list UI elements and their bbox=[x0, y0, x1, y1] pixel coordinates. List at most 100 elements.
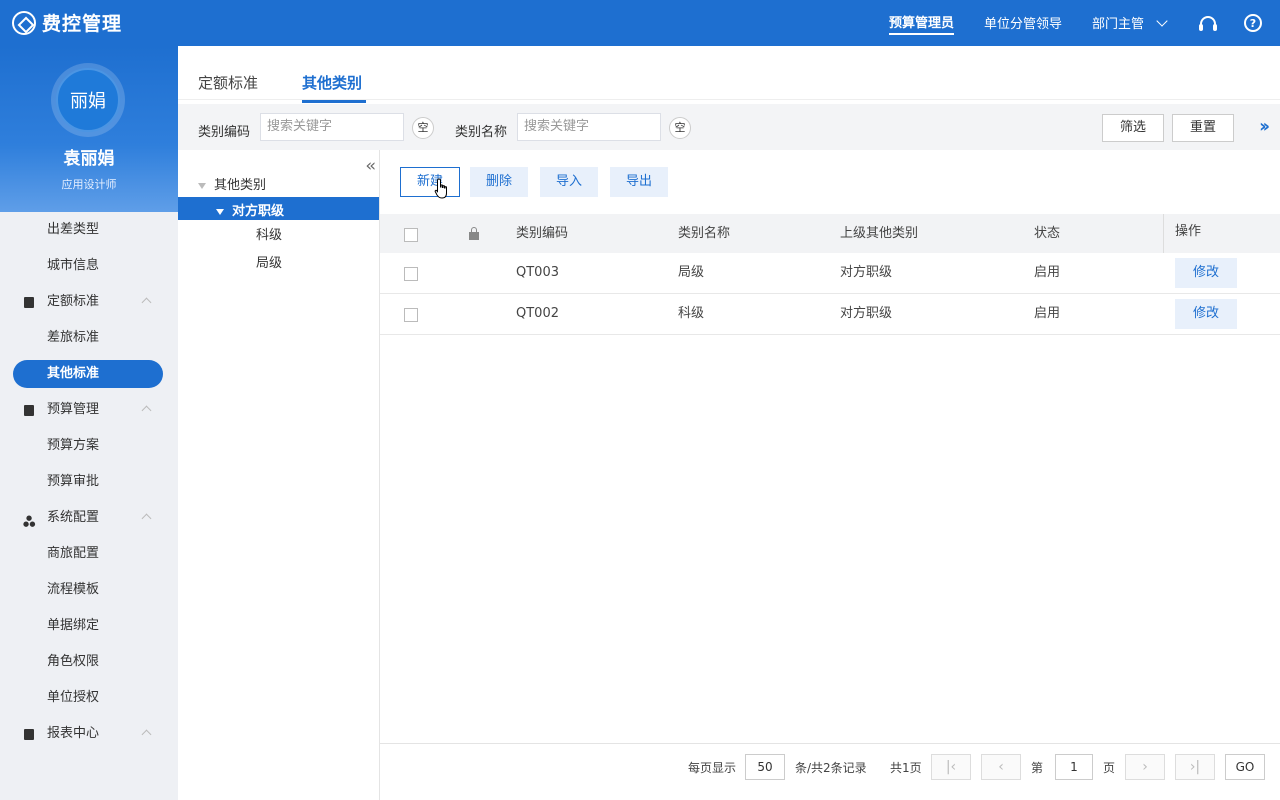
tree-node-selected[interactable]: 对方职级 bbox=[178, 197, 379, 220]
collapse-tree-icon[interactable]: ‹‹ bbox=[365, 156, 375, 176]
sidebar-group-budget[interactable]: 预算管理 bbox=[0, 392, 178, 428]
user-role: 应用设计师 bbox=[61, 178, 117, 191]
tree-node-root[interactable]: 其他类别 bbox=[198, 174, 266, 193]
first-page-button[interactable]: |‹ bbox=[931, 754, 971, 780]
tree-node-label: 其他类别 bbox=[214, 178, 267, 193]
sidebar-item-flow-template[interactable]: 流程模板 bbox=[0, 572, 178, 608]
sidebar-group-quota[interactable]: 定额标准 bbox=[0, 284, 178, 320]
per-page-label: 每页显示 bbox=[688, 761, 737, 775]
table-row[interactable]: QT003 局级 对方职级 启用 修改 bbox=[380, 253, 1280, 294]
expand-filter-icon[interactable]: ›› bbox=[1259, 116, 1270, 137]
expand-arrow-icon bbox=[198, 182, 206, 189]
category-name-input[interactable]: 搜索关键字 bbox=[517, 113, 661, 141]
tree-node-selected-inner: 对方职级 bbox=[216, 200, 284, 219]
table-row[interactable]: QT002 科级 对方职级 启用 修改 bbox=[380, 294, 1280, 335]
last-page-button[interactable]: ›| bbox=[1175, 754, 1215, 780]
tree-node-child[interactable]: 科级 bbox=[256, 224, 282, 243]
cell-status: 启用 bbox=[1034, 306, 1061, 321]
nav-dept-manager[interactable]: 部门主管 bbox=[1092, 13, 1144, 34]
page-suffix: 页 bbox=[1103, 761, 1116, 775]
lock-icon bbox=[469, 227, 479, 240]
edit-button[interactable]: 修改 bbox=[1175, 299, 1237, 329]
sidebar-item-budget-approval[interactable]: 预算审批 bbox=[0, 464, 178, 500]
top-bar: 费控管理 预算管理员 单位分管领导 部门主管 ? bbox=[0, 0, 1280, 46]
select-all-checkbox[interactable] bbox=[404, 228, 418, 242]
report-icon bbox=[24, 729, 34, 740]
sidebar-item-city-info[interactable]: 城市信息 bbox=[0, 248, 178, 284]
main-content: 定额标准 其他类别 类别编码 搜索关键字 空 类别名称 搜索关键字 空 筛选 重… bbox=[178, 46, 1280, 800]
row-checkbox[interactable] bbox=[404, 308, 418, 322]
next-page-button[interactable]: › bbox=[1125, 754, 1165, 780]
sidebar-group-label: 报表中心 bbox=[47, 726, 100, 741]
import-button[interactable]: 导入 bbox=[540, 167, 599, 197]
prev-page-button[interactable]: ‹ bbox=[981, 754, 1021, 780]
avatar[interactable]: 丽娟 bbox=[56, 68, 120, 132]
nav-unit-leader[interactable]: 单位分管领导 bbox=[984, 13, 1062, 34]
col-header-parent: 上级其他类别 bbox=[840, 226, 919, 241]
sidebar: 丽娟 袁丽娟 应用设计师 出差类型 城市信息 定额标准 差旅标准 其他标准 预算… bbox=[0, 46, 178, 800]
headset-icon[interactable] bbox=[1199, 16, 1217, 31]
column-divider bbox=[1163, 214, 1164, 253]
app-logo[interactable]: 费控管理 bbox=[12, 9, 122, 36]
chevron-up-icon bbox=[141, 405, 152, 416]
hand-cursor-icon bbox=[434, 178, 447, 199]
sidebar-item-trip-type[interactable]: 出差类型 bbox=[0, 212, 178, 248]
per-page-select[interactable]: 50 bbox=[745, 754, 785, 780]
cell-parent: 对方职级 bbox=[840, 306, 893, 321]
budget-icon bbox=[24, 405, 34, 416]
col-header-action: 操作 bbox=[1175, 224, 1202, 239]
role-nav: 预算管理员 单位分管领导 部门主管 ? bbox=[859, 0, 1262, 46]
total-pages-text: 共1页 bbox=[890, 761, 922, 775]
user-name: 袁丽娟 bbox=[63, 149, 115, 169]
tab-quota-standard[interactable]: 定额标准 bbox=[198, 72, 258, 93]
sidebar-item-role-permission[interactable]: 角色权限 bbox=[0, 644, 178, 680]
filter-bar: 类别编码 搜索关键字 空 类别名称 搜索关键字 空 筛选 重置 ›› bbox=[178, 104, 1280, 150]
col-header-name: 类别名称 bbox=[678, 226, 731, 241]
cell-name: 科级 bbox=[678, 306, 705, 321]
sidebar-group-label: 系统配置 bbox=[47, 510, 100, 525]
sidebar-item-other-standard[interactable]: 其他标准 bbox=[13, 360, 163, 388]
cell-code: QT003 bbox=[516, 265, 559, 280]
category-tree: ‹‹ 其他类别 对方职级 科级 局级 bbox=[178, 150, 380, 800]
pagination: 每页显示 50 条/共2条记录 共1页 |‹ ‹ 第 1 页 › ›| GO bbox=[380, 743, 1280, 788]
row-checkbox[interactable] bbox=[404, 267, 418, 281]
sidebar-item-unit-auth[interactable]: 单位授权 bbox=[0, 680, 178, 716]
sidebar-group-label: 定额标准 bbox=[47, 294, 100, 309]
tab-bar: 定额标准 其他类别 bbox=[178, 46, 1280, 103]
page-number-input[interactable]: 1 bbox=[1055, 754, 1093, 780]
user-profile: 丽娟 袁丽娟 应用设计师 bbox=[0, 46, 178, 212]
tab-other-category[interactable]: 其他类别 bbox=[302, 72, 362, 93]
cell-code: QT002 bbox=[516, 306, 559, 321]
category-code-label: 类别编码 bbox=[198, 125, 251, 140]
export-button[interactable]: 导出 bbox=[610, 167, 669, 197]
reset-button[interactable]: 重置 bbox=[1172, 114, 1234, 142]
col-header-status: 状态 bbox=[1034, 226, 1061, 241]
sidebar-group-report[interactable]: 报表中心 bbox=[0, 716, 178, 752]
help-icon[interactable]: ? bbox=[1244, 14, 1262, 32]
sidebar-item-doc-binding[interactable]: 单据绑定 bbox=[0, 608, 178, 644]
new-button[interactable]: 新建 bbox=[400, 167, 461, 197]
sidebar-item-travel-config[interactable]: 商旅配置 bbox=[0, 536, 178, 572]
cell-status: 启用 bbox=[1034, 265, 1061, 280]
system-config-icon bbox=[23, 500, 35, 542]
sidebar-item-budget-plan[interactable]: 预算方案 bbox=[0, 428, 178, 464]
category-name-label: 类别名称 bbox=[455, 125, 508, 140]
category-code-input[interactable]: 搜索关键字 bbox=[260, 113, 404, 141]
active-tab-indicator bbox=[302, 100, 366, 103]
col-header-code: 类别编码 bbox=[516, 226, 569, 241]
go-button[interactable]: GO bbox=[1225, 754, 1265, 780]
filter-button[interactable]: 筛选 bbox=[1102, 114, 1164, 142]
chevron-up-icon bbox=[141, 513, 152, 524]
sidebar-menu: 出差类型 城市信息 定额标准 差旅标准 其他标准 预算管理 预算方案 预算审批 … bbox=[0, 212, 178, 752]
sidebar-item-travel-standard[interactable]: 差旅标准 bbox=[0, 320, 178, 356]
clear-code-button[interactable]: 空 bbox=[412, 117, 434, 139]
page-prefix: 第 bbox=[1031, 761, 1044, 775]
expand-arrow-icon bbox=[216, 208, 224, 215]
chevron-down-icon[interactable] bbox=[1156, 15, 1168, 27]
sidebar-group-system[interactable]: 系统配置 bbox=[0, 500, 178, 542]
clear-name-button[interactable]: 空 bbox=[669, 117, 691, 139]
tree-node-child[interactable]: 局级 bbox=[256, 252, 282, 271]
nav-budget-admin[interactable]: 预算管理员 bbox=[888, 12, 954, 35]
edit-button[interactable]: 修改 bbox=[1175, 258, 1237, 288]
delete-button[interactable]: 删除 bbox=[470, 167, 529, 197]
